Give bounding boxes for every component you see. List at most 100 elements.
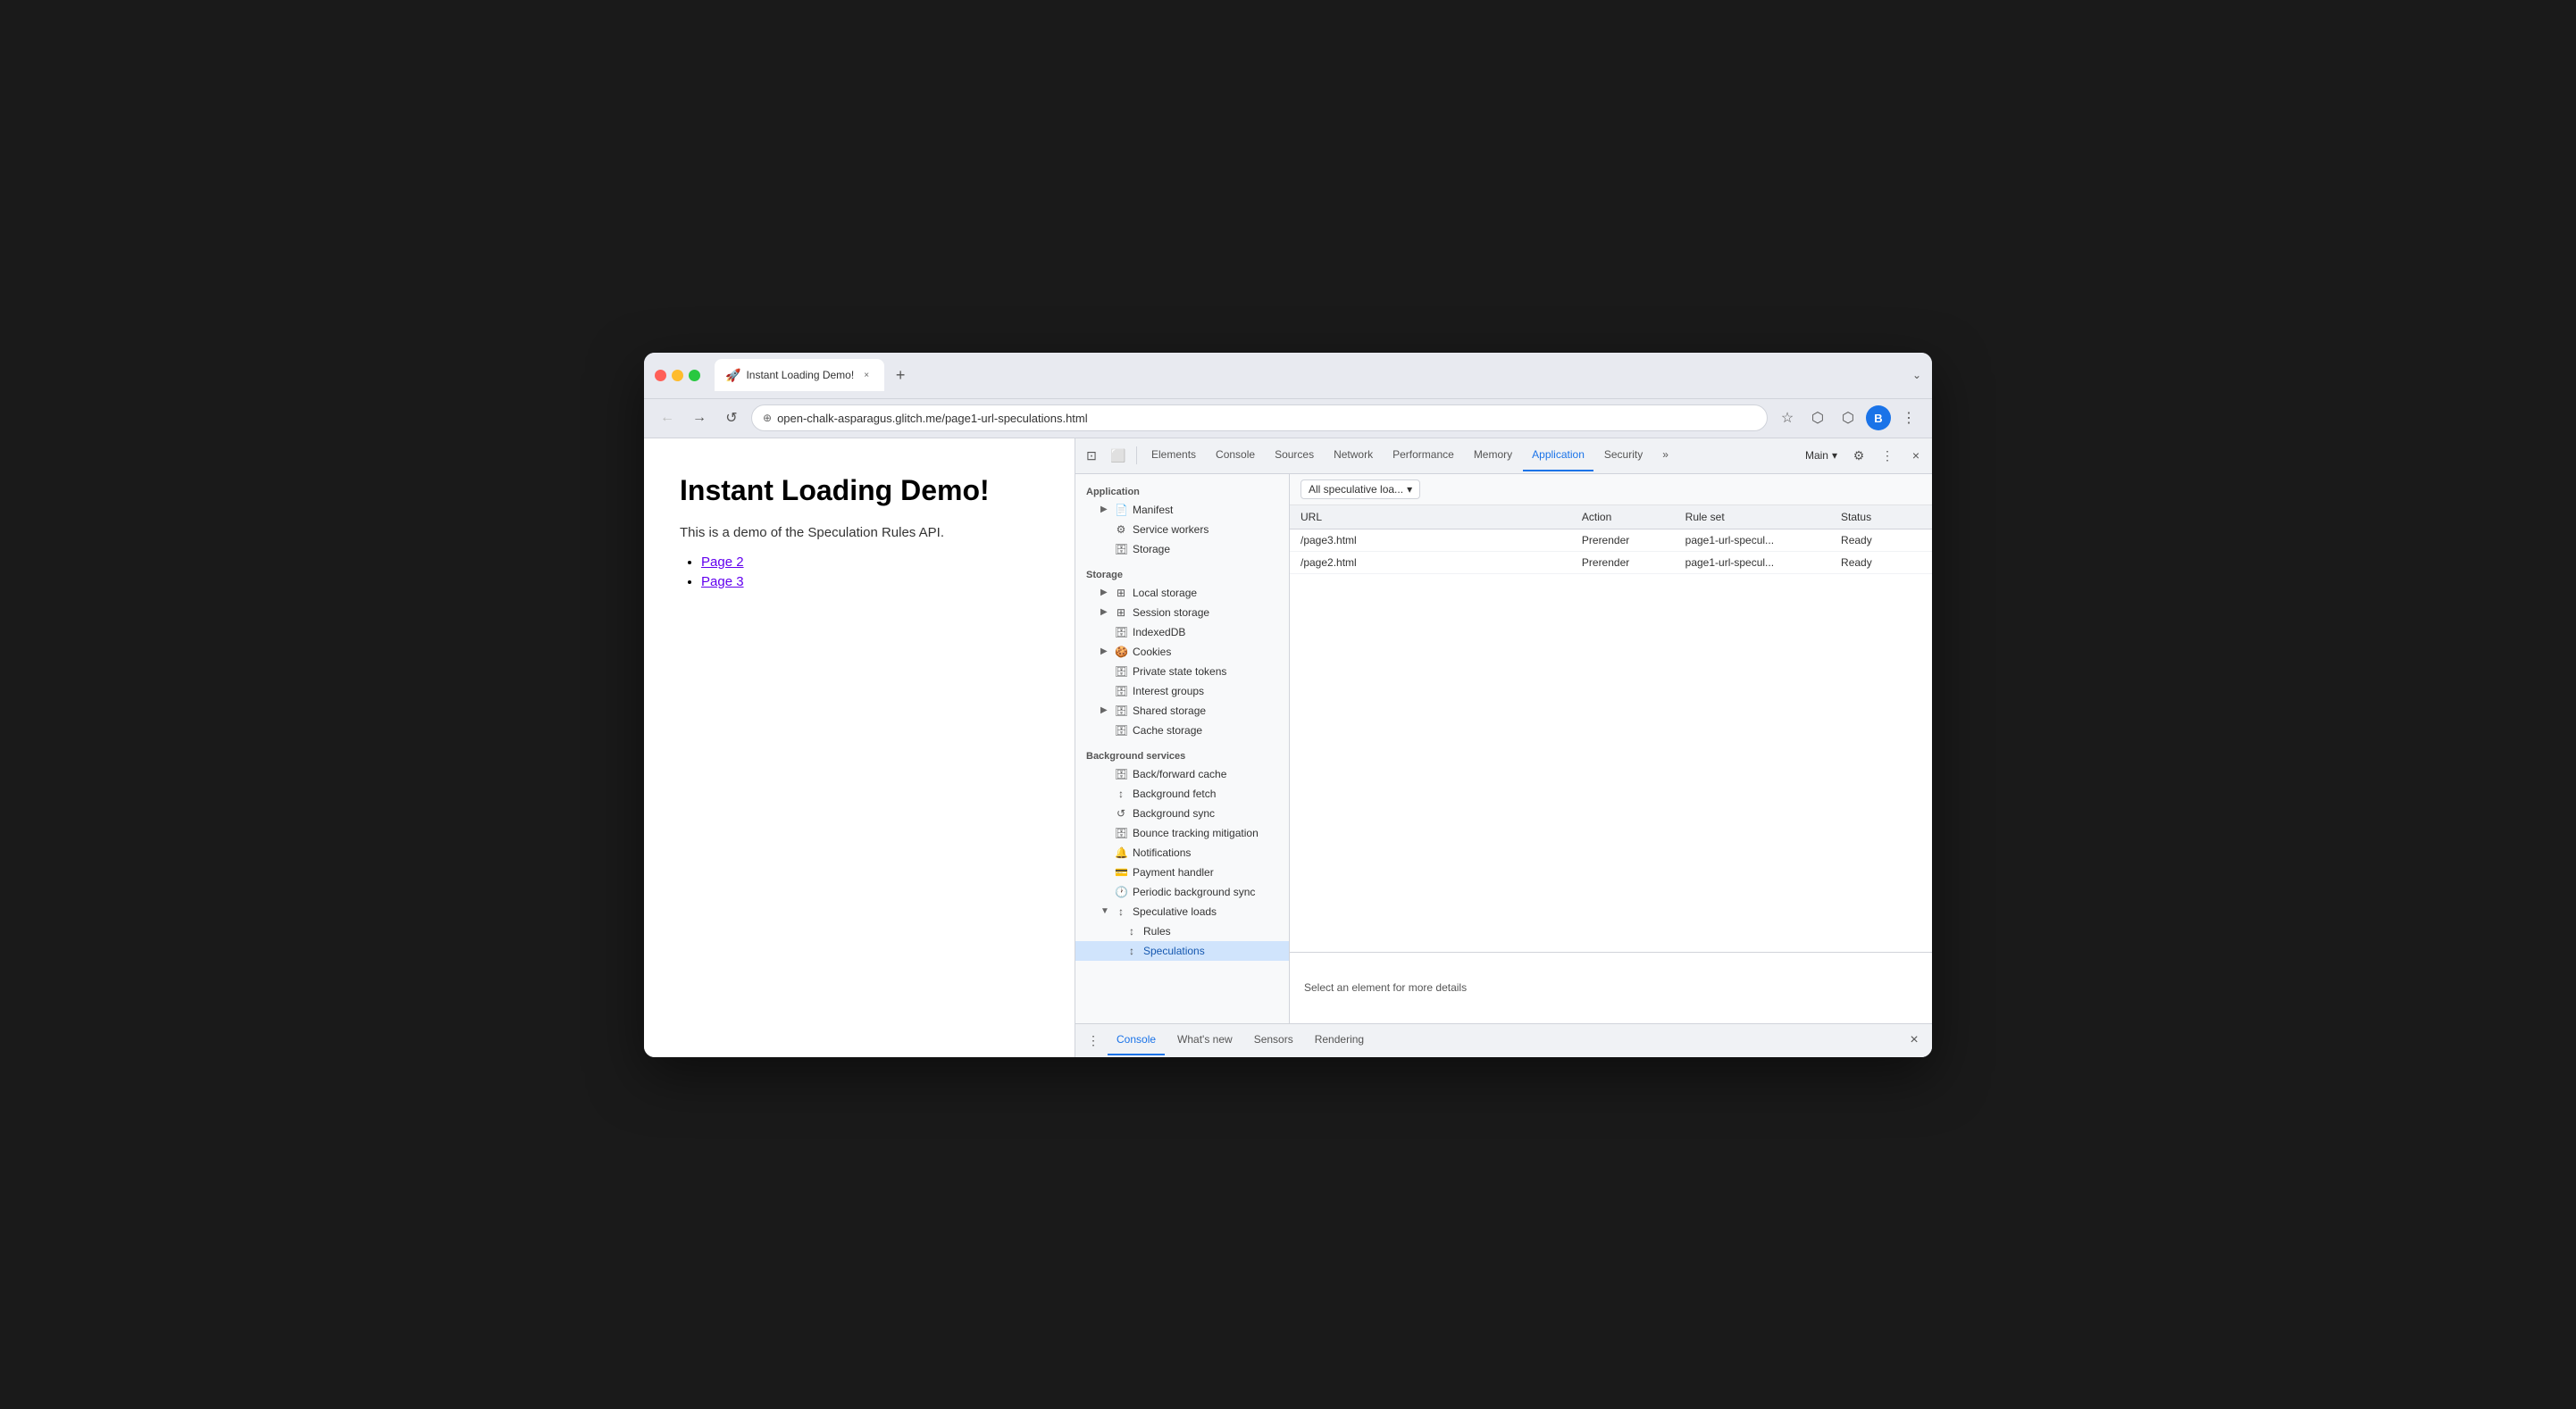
speculative-loads-icon: ↕ [1115,905,1127,918]
sidebar-item-local-storage[interactable]: ▶ ⊞ Local storage [1075,583,1289,603]
maximize-traffic-light[interactable] [689,370,700,381]
address-text: open-chalk-asparagus.glitch.me/page1-url… [777,412,1756,425]
sidebar-item-label: Cookies [1133,646,1171,658]
sidebar-item-back-forward-cache[interactable]: ▶ 🗄 Back/forward cache [1075,764,1289,784]
console-bar-close-button[interactable]: × [1903,1030,1925,1051]
tab-application[interactable]: Application [1523,439,1593,471]
extension-button[interactable]: ⬡ [1805,405,1830,430]
sidebar-item-bounce-tracking[interactable]: ▶ 🗄 Bounce tracking mitigation [1075,823,1289,843]
sidebar-item-speculations[interactable]: ▶ ↕ Speculations [1075,941,1289,961]
tab-memory[interactable]: Memory [1465,439,1521,471]
back-button[interactable]: ← [655,405,680,430]
sidebar-item-shared-storage[interactable]: ▶ 🗄 Shared storage [1075,701,1289,721]
page3-link[interactable]: Page 3 [701,574,744,589]
manifest-icon: 📄 [1115,504,1127,516]
page2-link[interactable]: Page 2 [701,554,744,570]
session-storage-icon: ⊞ [1115,606,1127,619]
inspect-element-icon[interactable]: ⊡ [1079,443,1104,468]
sidebar-item-label: Private state tokens [1133,665,1226,678]
sidebar-item-label: Back/forward cache [1133,768,1226,780]
context-selector[interactable]: Main ▾ [1800,447,1843,463]
sidebar-item-cookies[interactable]: ▶ 🍪 Cookies [1075,642,1289,662]
sidebar-item-label: Cache storage [1133,724,1202,737]
console-bar-right: × [1903,1030,1925,1051]
sidebar-item-indexeddb[interactable]: ▶ 🗄 IndexedDB [1075,622,1289,642]
list-item: Page 2 [701,554,1039,571]
table-body: /page3.html Prerender page1-url-specul..… [1290,529,1932,573]
tab-security[interactable]: Security [1595,439,1652,471]
list-item: Page 3 [701,574,1039,590]
tab-elements[interactable]: Elements [1142,439,1205,471]
tab-sources[interactable]: Sources [1266,439,1323,471]
devtools-panel: ⊡ ⬜ Elements Console Sources Network Per… [1075,438,1932,1057]
sidebar-section-application: Application [1075,481,1289,500]
avatar[interactable]: B [1866,405,1891,430]
sidebar-item-service-workers[interactable]: ▶ ⚙ Service workers [1075,520,1289,539]
sidebar-item-background-fetch[interactable]: ▶ ↕ Background fetch [1075,784,1289,804]
sidebar-item-speculative-loads[interactable]: ▼ ↕ Speculative loads [1075,902,1289,921]
console-bar-tab-rendering[interactable]: Rendering [1306,1025,1373,1055]
tab-more[interactable]: » [1653,439,1677,471]
refresh-button[interactable]: ↺ [719,405,744,430]
sidebar-item-label: Rules [1143,925,1171,938]
table-row[interactable]: /page3.html Prerender page1-url-specul..… [1290,529,1932,551]
col-header-ruleset: Rule set [1675,505,1830,529]
minimize-traffic-light[interactable] [672,370,683,381]
sidebar-item-interest-groups[interactable]: ▶ 🗄 Interest groups [1075,681,1289,701]
address-bar[interactable]: ⊕ open-chalk-asparagus.glitch.me/page1-u… [751,404,1768,431]
sidebar-item-periodic-bg-sync[interactable]: ▶ 🕐 Periodic background sync [1075,882,1289,902]
sidebar-item-private-state-tokens[interactable]: ▶ 🗄 Private state tokens [1075,662,1289,681]
expand-icon: ▶ [1100,705,1109,715]
browser-tab[interactable]: 🚀 Instant Loading Demo! × [715,359,884,391]
bookmark-button[interactable]: ☆ [1775,405,1800,430]
sidebar-item-background-sync[interactable]: ▶ ↺ Background sync [1075,804,1289,823]
sidebar-item-label: Shared storage [1133,704,1206,717]
cache-storage-icon: 🗄 [1115,724,1127,737]
sidebar-item-label: Manifest [1133,504,1173,516]
sidebar-item-notifications[interactable]: ▶ 🔔 Notifications [1075,843,1289,863]
tab-network[interactable]: Network [1325,439,1382,471]
close-traffic-light[interactable] [655,370,666,381]
more-button[interactable]: ⋮ [1896,405,1921,430]
sidebar-item-rules[interactable]: ▶ ↕ Rules [1075,921,1289,941]
forward-button[interactable]: → [687,405,712,430]
profile-button[interactable]: ⬡ [1836,405,1861,430]
toolbar-separator [1136,446,1137,464]
window-controls-icon[interactable]: ⌄ [1912,369,1921,381]
lock-icon: ⊕ [763,412,772,424]
filter-bar: All speculative loa... ▾ [1290,474,1932,505]
tab-console[interactable]: Console [1207,439,1264,471]
tab-close-button[interactable]: × [859,368,874,382]
rules-icon: ↕ [1125,925,1138,938]
sidebar-item-manifest[interactable]: ▶ 📄 Manifest [1075,500,1289,520]
interest-groups-icon: 🗄 [1115,685,1127,697]
console-bar-tab-sensors[interactable]: Sensors [1245,1025,1302,1055]
filter-label: All speculative loa... [1309,483,1403,496]
console-bar-tab-whatsnew[interactable]: What's new [1168,1025,1242,1055]
tab-performance[interactable]: Performance [1384,439,1463,471]
sidebar-item-cache-storage[interactable]: ▶ 🗄 Cache storage [1075,721,1289,740]
expand-icon: ▶ [1100,588,1109,597]
expand-icon: ▶ [1100,607,1109,617]
sidebar-item-payment-handler[interactable]: ▶ 💳 Payment handler [1075,863,1289,882]
settings-icon[interactable]: ⚙ [1846,443,1871,468]
sidebar-item-label: IndexedDB [1133,626,1185,638]
nav-right-controls: ☆ ⬡ ⬡ B ⋮ [1775,405,1921,430]
devtools-more-icon[interactable]: ⋮ [1875,443,1900,468]
shared-storage-icon: 🗄 [1115,704,1127,717]
payment-handler-icon: 💳 [1115,866,1127,879]
local-storage-icon: ⊞ [1115,587,1127,599]
device-toggle-icon[interactable]: ⬜ [1106,443,1131,468]
periodic-bg-sync-icon: 🕐 [1115,886,1127,898]
console-bar-tab-console[interactable]: Console [1108,1025,1165,1055]
filter-select[interactable]: All speculative loa... ▾ [1301,479,1420,499]
new-tab-button[interactable]: + [888,363,913,388]
col-header-action: Action [1571,505,1675,529]
sidebar-item-storage-overview[interactable]: ▶ 🗄 Storage [1075,539,1289,559]
table-row[interactable]: /page2.html Prerender page1-url-specul..… [1290,551,1932,573]
sidebar-item-session-storage[interactable]: ▶ ⊞ Session storage [1075,603,1289,622]
browser-window: 🚀 Instant Loading Demo! × + ⌄ ← → ↺ ⊕ op… [644,353,1932,1057]
devtools-body: Application ▶ 📄 Manifest ▶ ⚙ Service wor… [1075,474,1932,1023]
devtools-close-button[interactable]: × [1903,443,1928,468]
console-bar-more-button[interactable]: ⋮ [1083,1030,1104,1051]
